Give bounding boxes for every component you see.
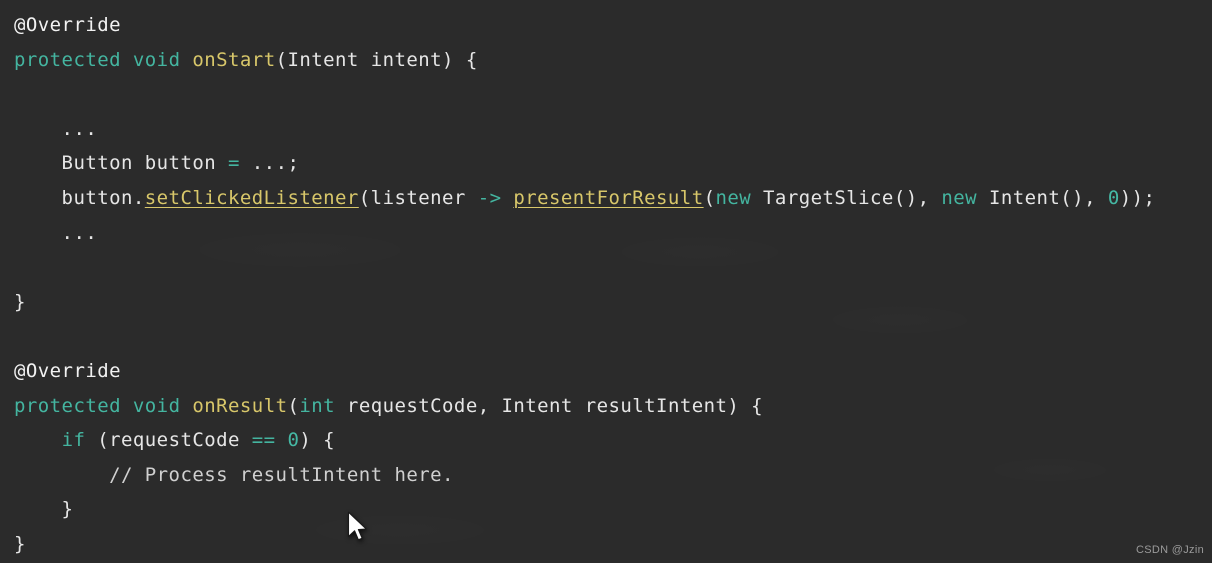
watermark: CSDN @Jzin	[1136, 544, 1204, 556]
code-line[interactable]: if (requestCode == 0) {	[0, 423, 1212, 458]
code-line[interactable]: button.setClickedListener(listener -> pr…	[0, 181, 1212, 216]
code-token: (	[287, 394, 300, 417]
code-line[interactable]: }	[0, 527, 1212, 562]
code-token: TargetSlice(),	[751, 186, 942, 209]
code-token: 0	[287, 429, 300, 452]
code-token: Button button	[14, 152, 229, 175]
code-token: presentForResult	[513, 186, 704, 209]
code-line[interactable]: // Process resultIntent here.	[0, 458, 1212, 493]
code-line[interactable]	[0, 250, 1212, 285]
code-token: (listener	[358, 186, 478, 209]
code-token: (requestCode	[85, 429, 252, 452]
code-line[interactable]	[0, 319, 1212, 354]
code-line[interactable]: @Override	[0, 354, 1212, 389]
code-token: protected	[14, 394, 122, 417]
code-token: requestCode, Intent resultIntent) {	[335, 394, 764, 417]
code-token: ->	[477, 186, 502, 209]
code-token: button.	[14, 186, 145, 209]
code-token: @Override	[14, 14, 122, 36]
code-token: (	[275, 48, 288, 71]
code-token: 0	[1107, 186, 1120, 209]
code-token: void	[132, 394, 181, 417]
code-line[interactable]: Button button = ...;	[0, 146, 1212, 181]
code-token: ...;	[239, 152, 300, 175]
code-token: =	[228, 152, 240, 175]
code-line[interactable]: protected void onResult(int requestCode,…	[0, 389, 1212, 424]
code-line[interactable]: @Override	[0, 8, 1212, 43]
code-token: setClickedListener	[144, 186, 359, 209]
code-token: new	[715, 186, 752, 209]
code-line[interactable]: protected void onStart(Intent intent) {	[0, 43, 1212, 78]
code-token: }	[14, 532, 26, 555]
code-token: }	[14, 498, 74, 521]
code-line[interactable]: ...	[0, 216, 1212, 251]
code-token: int	[299, 394, 336, 417]
code-token: ==	[251, 429, 276, 452]
code-block[interactable]: @Override protected void onStart(Intent i…	[0, 0, 1212, 562]
code-token: ) {	[299, 429, 336, 452]
code-token: protected	[14, 48, 122, 71]
code-token: Intent(),	[977, 186, 1108, 209]
code-token: onStart	[192, 48, 276, 71]
code-token: Intent	[287, 48, 359, 71]
code-line[interactable]: }	[0, 285, 1212, 320]
code-token: @Override	[14, 359, 122, 382]
code-token: onResult	[192, 394, 288, 417]
code-token: (	[703, 186, 716, 209]
code-token: ...	[14, 117, 98, 140]
code-token: intent) {	[358, 48, 478, 71]
code-token: new	[941, 186, 978, 209]
code-line[interactable]	[0, 77, 1212, 112]
code-token: ));	[1119, 186, 1156, 209]
code-token: ...	[14, 221, 98, 244]
code-token: void	[132, 48, 181, 71]
code-token: if	[61, 429, 86, 452]
code-line[interactable]: }	[0, 492, 1212, 527]
code-token: }	[14, 290, 26, 313]
code-line[interactable]: ...	[0, 112, 1212, 147]
code-snippet-screenshot: @Override protected void onStart(Intent i…	[0, 0, 1212, 563]
code-token: // Process resultIntent here.	[14, 463, 454, 486]
